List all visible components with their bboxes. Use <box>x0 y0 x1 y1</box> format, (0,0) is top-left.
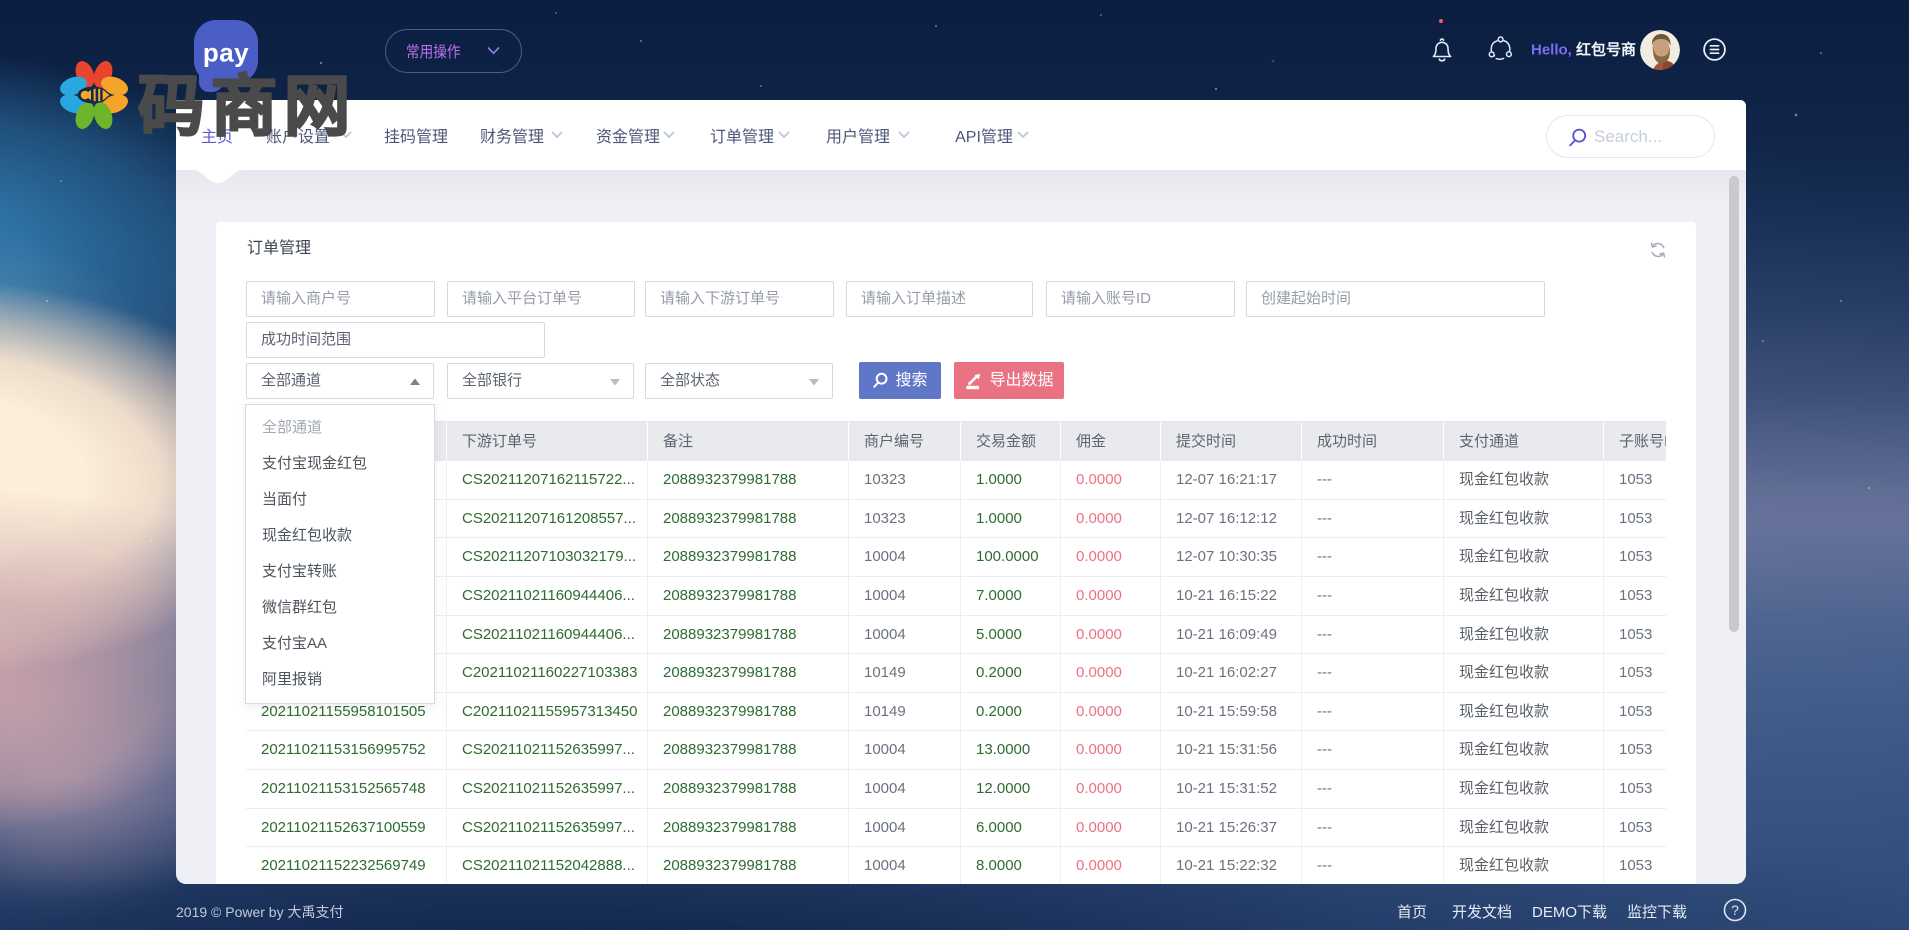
svg-text:?: ? <box>1731 902 1739 918</box>
